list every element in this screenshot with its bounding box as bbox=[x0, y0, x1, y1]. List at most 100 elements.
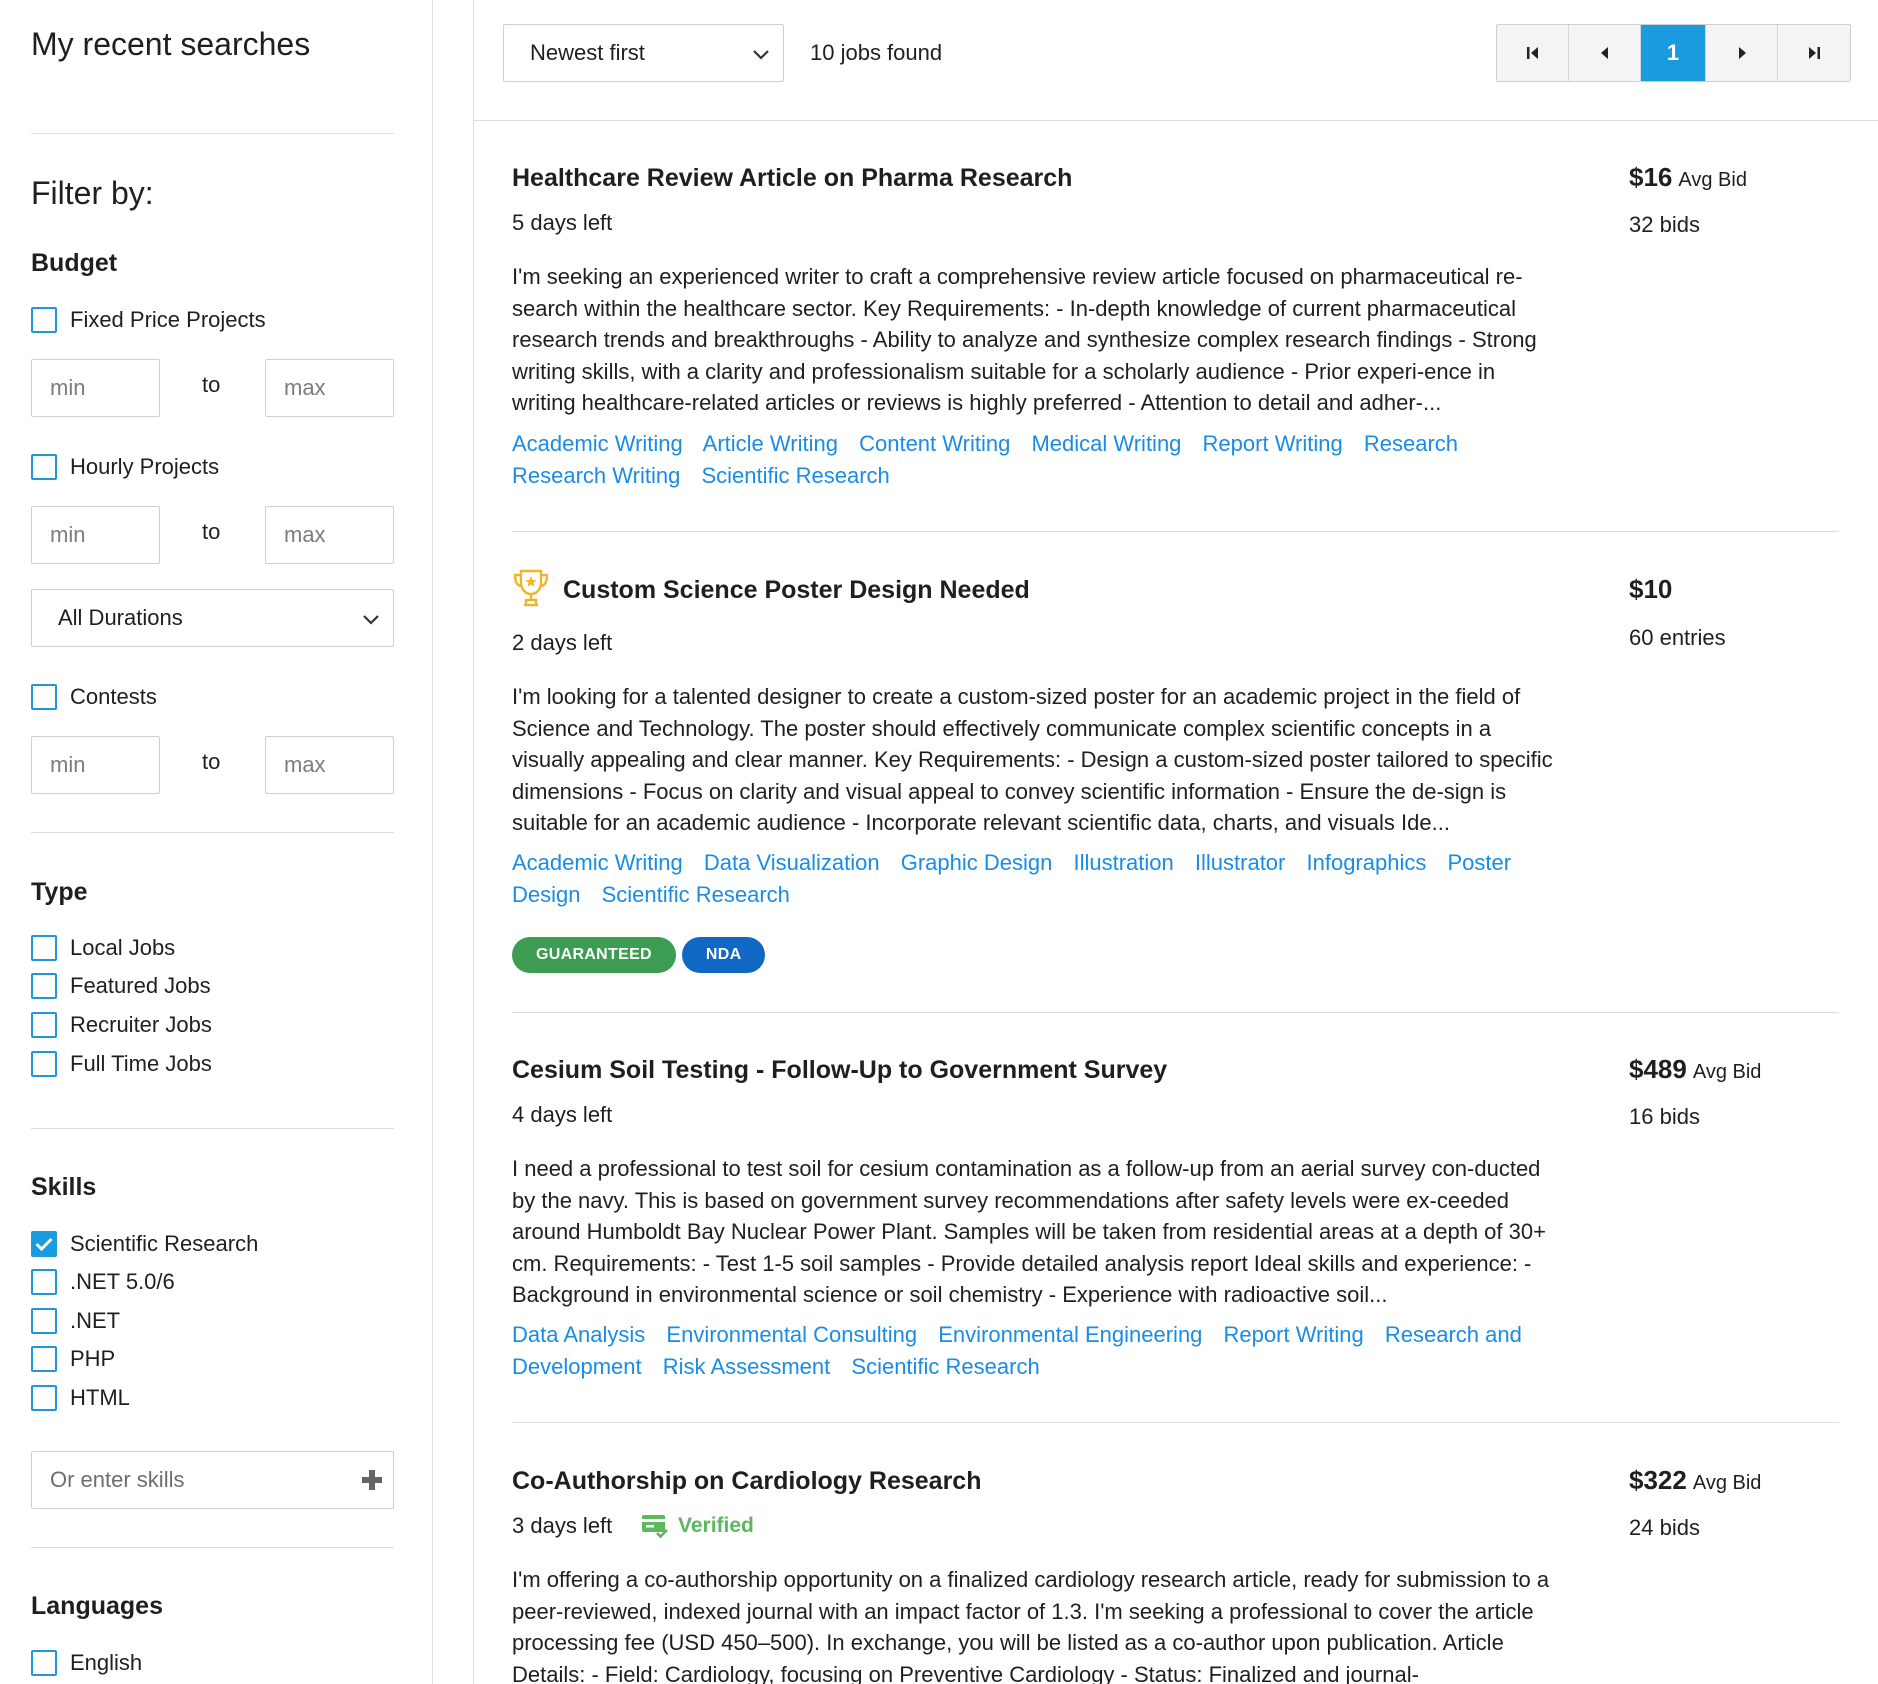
hourly-checkbox-row[interactable]: Hourly Projects bbox=[31, 452, 219, 482]
scientific-research-checkbox[interactable] bbox=[31, 1231, 57, 1257]
pagination: 1 bbox=[1496, 24, 1851, 82]
fixed-price-checkbox[interactable] bbox=[31, 307, 57, 333]
job-title[interactable]: Cesium Soil Testing - Follow-Up to Gover… bbox=[512, 1056, 1167, 1085]
duration-select-value: All Durations bbox=[58, 605, 183, 630]
recent-searches-title[interactable]: My recent searches bbox=[31, 26, 310, 63]
skill-item-html[interactable]: HTML bbox=[31, 1383, 130, 1413]
skill-tag[interactable]: Scientific Research bbox=[851, 1354, 1039, 1379]
languages-title: Languages bbox=[31, 1592, 163, 1620]
next-page-button[interactable] bbox=[1706, 25, 1778, 81]
job-card[interactable]: Cesium Soil Testing - Follow-Up to Gover… bbox=[512, 1054, 1839, 1394]
prev-page-button[interactable] bbox=[1569, 25, 1641, 81]
skill-item-scientific-research[interactable]: Scientific Research bbox=[31, 1229, 258, 1259]
skill-tag[interactable]: Graphic Design bbox=[901, 850, 1053, 875]
job-title[interactable]: Custom Science Poster Design Needed bbox=[563, 576, 1030, 605]
skill-item-net[interactable]: .NET bbox=[31, 1306, 120, 1336]
current-page-button[interactable]: 1 bbox=[1641, 25, 1706, 81]
skill-tag[interactable]: Content Writing bbox=[859, 431, 1010, 456]
skill-tag[interactable]: Report Writing bbox=[1203, 431, 1343, 456]
contests-checkbox-row[interactable]: Contests bbox=[31, 682, 157, 712]
type-item-full-time[interactable]: Full Time Jobs bbox=[31, 1049, 212, 1079]
skill-tags: Data Analysis Environmental Consulting E… bbox=[512, 1319, 1562, 1382]
job-card[interactable]: Custom Science Poster Design Needed 2 da… bbox=[512, 568, 1839, 978]
job-card[interactable]: Healthcare Review Article on Pharma Rese… bbox=[512, 162, 1839, 492]
fixed-price-checkbox-row[interactable]: Fixed Price Projects bbox=[31, 305, 266, 335]
featured-jobs-checkbox[interactable] bbox=[31, 973, 57, 999]
hourly-checkbox[interactable] bbox=[31, 454, 57, 480]
skill-tag[interactable]: Data Analysis bbox=[512, 1322, 645, 1347]
hourly-min-input[interactable] bbox=[31, 506, 160, 564]
price-amount: $322 bbox=[1629, 1465, 1687, 1495]
price-suffix: Avg Bid bbox=[1692, 1472, 1762, 1494]
job-description: I'm looking for a talented designer to c… bbox=[512, 684, 1553, 835]
fixed-max-input[interactable] bbox=[265, 359, 394, 417]
type-item-recruiter[interactable]: Recruiter Jobs bbox=[31, 1010, 212, 1040]
entry-count: 60 entries bbox=[1629, 625, 1726, 650]
checkmark-icon bbox=[35, 1237, 53, 1251]
job-card[interactable]: Co-Authorship on Cardiology Research 3 d… bbox=[512, 1465, 1839, 1684]
skill-tag[interactable]: Environmental Engineering bbox=[938, 1322, 1202, 1347]
prev-page-icon bbox=[1600, 47, 1608, 59]
skill-tag[interactable]: Data Visualization bbox=[704, 850, 880, 875]
chevron-down-icon bbox=[753, 50, 769, 60]
job-results: Newest first 10 jobs found 1 Healthcare … bbox=[473, 0, 1878, 1684]
job-price: $489 Avg Bid bbox=[1629, 1054, 1761, 1085]
divider bbox=[31, 832, 394, 833]
range-to-label: to bbox=[202, 749, 221, 774]
filter-sidebar: My recent searches Filter by: Budget Fix… bbox=[0, 0, 433, 1684]
skill-item-label: PHP bbox=[70, 1346, 116, 1371]
sort-select[interactable]: Newest first bbox=[503, 24, 784, 82]
skill-tag[interactable]: Scientific Research bbox=[701, 463, 889, 488]
full-time-jobs-checkbox[interactable] bbox=[31, 1051, 57, 1077]
range-to-label: to bbox=[202, 372, 221, 397]
type-item-local[interactable]: Local Jobs bbox=[31, 933, 175, 963]
skill-item-label: Scientific Research bbox=[70, 1231, 259, 1256]
skill-tags: Academic Writing Data Visualization Grap… bbox=[512, 847, 1562, 910]
skill-tag[interactable]: Risk Assessment bbox=[663, 1354, 831, 1379]
english-checkbox[interactable] bbox=[31, 1650, 57, 1676]
recruiter-jobs-checkbox[interactable] bbox=[31, 1012, 57, 1038]
skill-tag[interactable]: Infographics bbox=[1307, 850, 1427, 875]
plus-icon[interactable] bbox=[361, 1469, 383, 1491]
type-item-featured[interactable]: Featured Jobs bbox=[31, 971, 211, 1001]
fixed-price-label: Fixed Price Projects bbox=[70, 307, 266, 332]
contests-checkbox[interactable] bbox=[31, 684, 57, 710]
skill-tag[interactable]: Scientific Research bbox=[602, 882, 790, 907]
skill-tag[interactable]: Article Writing bbox=[703, 431, 838, 456]
job-description: I need a professional to test soil for c… bbox=[512, 1156, 1546, 1307]
bid-count: 32 bids bbox=[1629, 212, 1700, 237]
net-checkbox[interactable] bbox=[31, 1308, 57, 1334]
job-title[interactable]: Healthcare Review Article on Pharma Rese… bbox=[512, 164, 1072, 193]
contests-label: Contests bbox=[70, 684, 157, 709]
contests-min-input[interactable] bbox=[31, 736, 160, 794]
skill-item-label: .NET 5.0/6 bbox=[70, 1269, 175, 1294]
skill-tag[interactable]: Research Writing bbox=[512, 463, 680, 488]
local-jobs-checkbox[interactable] bbox=[31, 935, 57, 961]
hourly-max-input[interactable] bbox=[265, 506, 394, 564]
job-title[interactable]: Co-Authorship on Cardiology Research bbox=[512, 1467, 981, 1496]
html-checkbox[interactable] bbox=[31, 1385, 57, 1411]
skill-tag[interactable]: Medical Writing bbox=[1031, 431, 1181, 456]
skill-tag[interactable]: Environmental Consulting bbox=[666, 1322, 917, 1347]
first-page-button[interactable] bbox=[1497, 25, 1569, 81]
skill-search-input[interactable] bbox=[32, 1452, 332, 1508]
skill-tag[interactable]: Academic Writing bbox=[512, 850, 683, 875]
skill-tag[interactable]: Illustration bbox=[1073, 850, 1173, 875]
skill-tag[interactable]: Research bbox=[1364, 431, 1458, 456]
skill-tag[interactable]: Academic Writing bbox=[512, 431, 683, 456]
skill-tag[interactable]: Report Writing bbox=[1224, 1322, 1364, 1347]
contests-max-input[interactable] bbox=[265, 736, 394, 794]
duration-select[interactable]: All Durations bbox=[31, 589, 394, 647]
days-left: 3 days left bbox=[512, 1513, 613, 1538]
skill-item-php[interactable]: PHP bbox=[31, 1344, 115, 1374]
job-divider bbox=[512, 1012, 1839, 1013]
skill-item-net-5[interactable]: .NET 5.0/6 bbox=[31, 1267, 175, 1297]
skill-tag[interactable]: Illustrator bbox=[1195, 850, 1285, 875]
chevron-down-icon bbox=[363, 615, 379, 625]
net5-checkbox[interactable] bbox=[31, 1269, 57, 1295]
php-checkbox[interactable] bbox=[31, 1346, 57, 1372]
fixed-min-input[interactable] bbox=[31, 359, 160, 417]
language-item-english[interactable]: English bbox=[31, 1648, 142, 1678]
last-page-button[interactable] bbox=[1778, 25, 1850, 81]
badge-row: GUARANTEED NDA bbox=[512, 937, 771, 973]
